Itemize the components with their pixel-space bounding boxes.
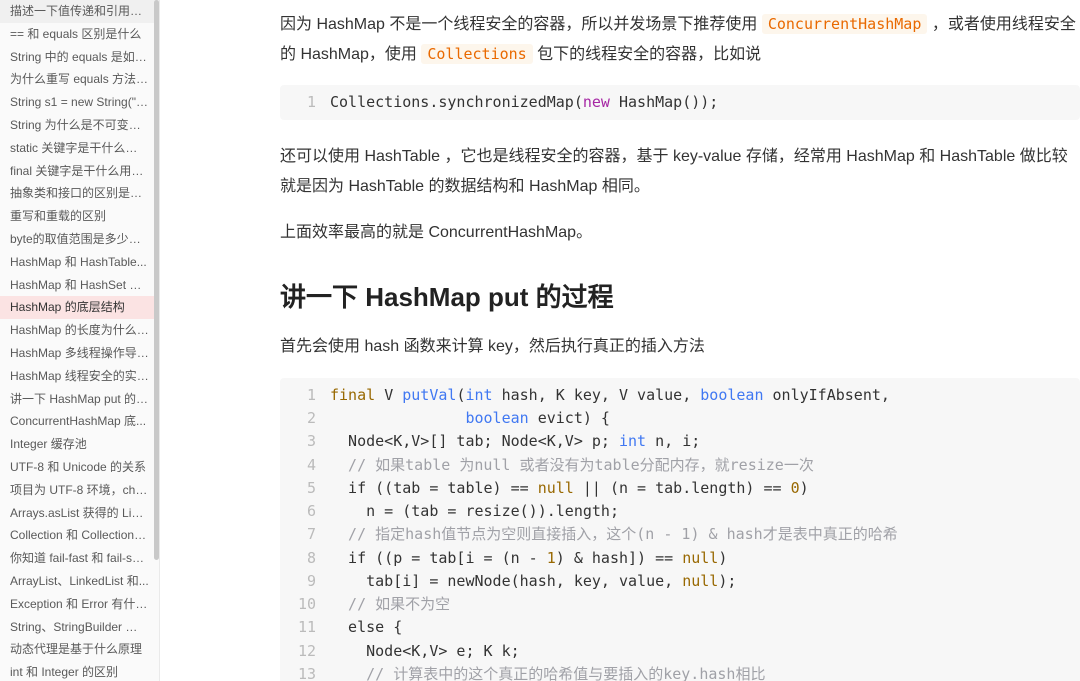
code-text: boolean evict) { xyxy=(330,407,1080,430)
sidebar-scrollbar-thumb[interactable] xyxy=(154,0,159,560)
code-line: 5 if ((tab = table) == null || (n = tab.… xyxy=(280,477,1080,500)
paragraph-threadsafe-intro: 因为 HashMap 不是一个线程安全的容器，所以并发场景下推荐使用 Concu… xyxy=(280,10,1080,69)
heading-hashmap-put: 讲一下 HashMap put 的过程 xyxy=(280,277,1080,314)
toc-item[interactable]: Collection 和 Collections... xyxy=(0,524,159,547)
code-line: 8 if ((p = tab[i = (n - 1) & hash]) == n… xyxy=(280,547,1080,570)
code-line: 11 else { xyxy=(280,616,1080,639)
code-text: // 指定hash值节点为空则直接插入，这个(n - 1) & hash才是表中… xyxy=(330,523,1080,546)
code-block-putval: 1final V putVal(int hash, K key, V value… xyxy=(280,378,1080,681)
code-line-number: 2 xyxy=(280,407,330,430)
toc-item[interactable]: 为什么重写 equals 方法必... xyxy=(0,68,159,91)
toc-item[interactable]: int 和 Integer 的区别 xyxy=(0,661,159,681)
code-line: 12 Node<K,V> e; K k; xyxy=(280,640,1080,663)
code-line: 3 Node<K,V>[] tab; Node<K,V> p; int n, i… xyxy=(280,430,1080,453)
text: 包下的线程安全的容器，比如说 xyxy=(537,46,761,63)
code-line-number: 9 xyxy=(280,570,330,593)
toc-item[interactable]: ArrayList、LinkedList 和... xyxy=(0,570,159,593)
code-line-number: 1 xyxy=(280,91,330,114)
sidebar-toc: 描述一下值传递和引用传...== 和 equals 区别是什么String 中的… xyxy=(0,0,160,681)
toc-item[interactable]: String s1 = new String("a... xyxy=(0,91,159,114)
keyword-new: new xyxy=(583,93,610,111)
code-text: Node<K,V>[] tab; Node<K,V> p; int n, i; xyxy=(330,430,1080,453)
code-line-number: 3 xyxy=(280,430,330,453)
toc-item[interactable]: String 中的 equals 是如何... xyxy=(0,46,159,69)
text: 因为 HashMap 不是一个线程安全的容器，所以并发场景下推荐使用 xyxy=(280,16,762,33)
inline-code-collections: Collections xyxy=(421,44,532,64)
toc-item[interactable]: Arrays.asList 获得的 List... xyxy=(0,502,159,525)
article-content: 因为 HashMap 不是一个线程安全的容器，所以并发场景下推荐使用 Concu… xyxy=(280,10,1080,681)
code-text: final V putVal(int hash, K key, V value,… xyxy=(330,384,1080,407)
code-text: tab[i] = newNode(hash, key, value, null)… xyxy=(330,570,1080,593)
toc-item[interactable]: == 和 equals 区别是什么 xyxy=(0,23,159,46)
toc-item[interactable]: 项目为 UTF-8 环境，char... xyxy=(0,479,159,502)
code-line-number: 13 xyxy=(280,663,330,681)
code-line-number: 4 xyxy=(280,454,330,477)
sidebar-scrollbar[interactable] xyxy=(154,0,159,681)
toc-item[interactable]: Integer 缓存池 xyxy=(0,433,159,456)
code-text: Node<K,V> e; K k; xyxy=(330,640,1080,663)
toc-item[interactable]: 你知道 fail-fast 和 fail-saf... xyxy=(0,547,159,570)
code-line-number: 8 xyxy=(280,547,330,570)
code-text: // 如果table 为null 或者没有为table分配内存，就resize一… xyxy=(330,454,1080,477)
toc-item[interactable]: final 关键字是干什么用的... xyxy=(0,160,159,183)
toc-item[interactable]: HashMap 线程安全的实现... xyxy=(0,365,159,388)
code-line: 9 tab[i] = newNode(hash, key, value, nul… xyxy=(280,570,1080,593)
code-line-number: 1 xyxy=(280,384,330,407)
toc-item[interactable]: HashMap 的长度为什么是... xyxy=(0,319,159,342)
toc-item[interactable]: HashMap 和 HashTable... xyxy=(0,251,159,274)
toc-item[interactable]: HashMap 多线程操作导致... xyxy=(0,342,159,365)
toc-item[interactable]: byte的取值范围是多少，... xyxy=(0,228,159,251)
code-line-number: 10 xyxy=(280,593,330,616)
code-line-number: 11 xyxy=(280,616,330,639)
code-line: 2 boolean evict) { xyxy=(280,407,1080,430)
code-text: if ((p = tab[i = (n - 1) & hash]) == nul… xyxy=(330,547,1080,570)
toc-item[interactable]: 动态代理是基于什么原理 xyxy=(0,638,159,661)
toc-item[interactable]: Exception 和 Error 有什么... xyxy=(0,593,159,616)
toc-item[interactable]: UTF-8 和 Unicode 的关系 xyxy=(0,456,159,479)
toc-item[interactable]: 讲一下 HashMap put 的过程 xyxy=(0,388,159,411)
code-line: 13 // 计算表中的这个真正的哈希值与要插入的key.hash相比 xyxy=(280,663,1080,681)
inline-code-concurrenthashmap: ConcurrentHashMap xyxy=(762,14,928,34)
toc-item[interactable]: 描述一下值传递和引用传... xyxy=(0,0,159,23)
code-text: Collections.synchronizedMap(new HashMap(… xyxy=(330,91,1080,114)
article-main: 因为 HashMap 不是一个线程安全的容器，所以并发场景下推荐使用 Concu… xyxy=(160,0,1080,681)
paragraph-hashtable: 还可以使用 HashTable ，它也是线程安全的容器，基于 key-value… xyxy=(280,142,1080,201)
toc-item[interactable]: HashMap 的底层结构 xyxy=(0,296,159,319)
toc-item[interactable]: 抽象类和接口的区别是什么 xyxy=(0,182,159,205)
code-line: 10 // 如果不为空 xyxy=(280,593,1080,616)
code-line: 1final V putVal(int hash, K key, V value… xyxy=(280,384,1080,407)
code-line: 7 // 指定hash值节点为空则直接插入，这个(n - 1) & hash才是… xyxy=(280,523,1080,546)
toc-list: 描述一下值传递和引用传...== 和 equals 区别是什么String 中的… xyxy=(0,0,159,681)
code-text: else { xyxy=(330,616,1080,639)
code-line: 6 n = (tab = resize()).length; xyxy=(280,500,1080,523)
code-line-number: 12 xyxy=(280,640,330,663)
toc-item[interactable]: static 关键字是干什么用的... xyxy=(0,137,159,160)
code-line: 1 Collections.synchronizedMap(new HashMa… xyxy=(280,91,1080,114)
toc-item[interactable]: ConcurrentHashMap 底... xyxy=(0,410,159,433)
code-line-number: 7 xyxy=(280,523,330,546)
toc-item[interactable]: String、StringBuilder 和 S... xyxy=(0,616,159,639)
code-line: 4 // 如果table 为null 或者没有为table分配内存，就resiz… xyxy=(280,454,1080,477)
code-text: // 如果不为空 xyxy=(330,593,1080,616)
code-block-synchronizedmap: 1 Collections.synchronizedMap(new HashMa… xyxy=(280,85,1080,120)
paragraph-fastest: 上面效率最高的就是 ConcurrentHashMap。 xyxy=(280,218,1080,248)
paragraph-put-intro: 首先会使用 hash 函数来计算 key，然后执行真正的插入方法 xyxy=(280,332,1080,362)
code-text: n = (tab = resize()).length; xyxy=(330,500,1080,523)
code-text: // 计算表中的这个真正的哈希值与要插入的key.hash相比 xyxy=(330,663,1080,681)
code-text: if ((tab = table) == null || (n = tab.le… xyxy=(330,477,1080,500)
toc-item[interactable]: String 为什么是不可变的、... xyxy=(0,114,159,137)
code-line-number: 5 xyxy=(280,477,330,500)
toc-item[interactable]: HashMap 和 HashSet 的... xyxy=(0,274,159,297)
code-line-number: 6 xyxy=(280,500,330,523)
toc-item[interactable]: 重写和重载的区别 xyxy=(0,205,159,228)
